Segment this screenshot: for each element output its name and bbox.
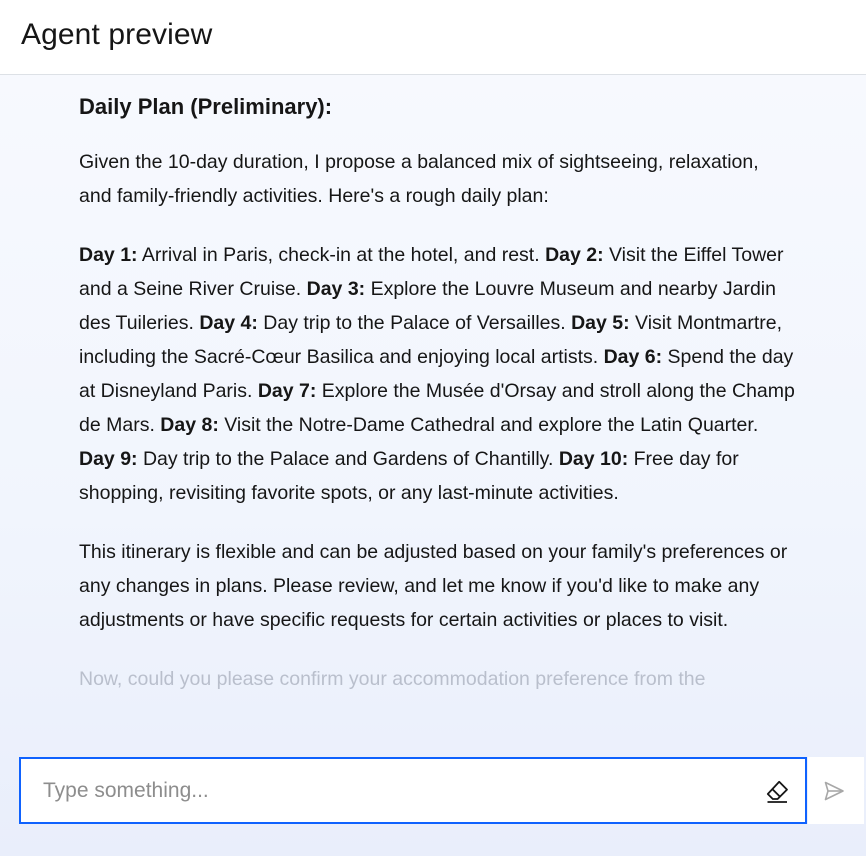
message-input[interactable] (43, 759, 743, 822)
agent-message: Daily Plan (Preliminary): Given the 10-d… (79, 90, 795, 721)
message-heading: Daily Plan (Preliminary): (79, 94, 333, 119)
day-label: Day 5: (571, 312, 630, 334)
day-label: Day 2: (545, 244, 604, 266)
page-title: Agent preview (21, 18, 213, 51)
day-text: Day trip to the Palace and Gardens of Ch… (137, 448, 559, 470)
daily-plan: Day 1: Arrival in Paris, check-in at the… (79, 238, 795, 510)
message-trailing: Now, could you please confirm your accom… (79, 668, 706, 690)
day-text: Day trip to the Palace of Versailles. (257, 312, 572, 334)
day-text: Arrival in Paris, check-in at the hotel,… (137, 244, 546, 266)
send-icon (824, 781, 844, 801)
day-label: Day 3: (306, 278, 366, 300)
day-label: Day 9: (79, 448, 138, 470)
message-intro: Given the 10-day duration, I propose a b… (79, 151, 759, 207)
message-input-bar (19, 757, 807, 824)
day-label: Day 4: (199, 312, 258, 334)
send-button[interactable] (808, 757, 864, 824)
clear-button[interactable] (763, 777, 791, 805)
chat-transcript[interactable]: Daily Plan (Preliminary): Given the 10-d… (0, 76, 866, 756)
day-label: Day 1: (79, 244, 138, 266)
day-label: Day 6: (603, 346, 663, 368)
day-label: Day 10: (558, 448, 629, 470)
day-label: Day 8: (160, 414, 219, 436)
day-label: Day 7: (257, 380, 317, 402)
eraser-icon (766, 780, 788, 803)
message-closing: This itinerary is flexible and can be ad… (79, 541, 788, 631)
header: Agent preview (0, 0, 866, 75)
day-text: Visit the Notre-Dame Cathedral and explo… (218, 414, 759, 436)
